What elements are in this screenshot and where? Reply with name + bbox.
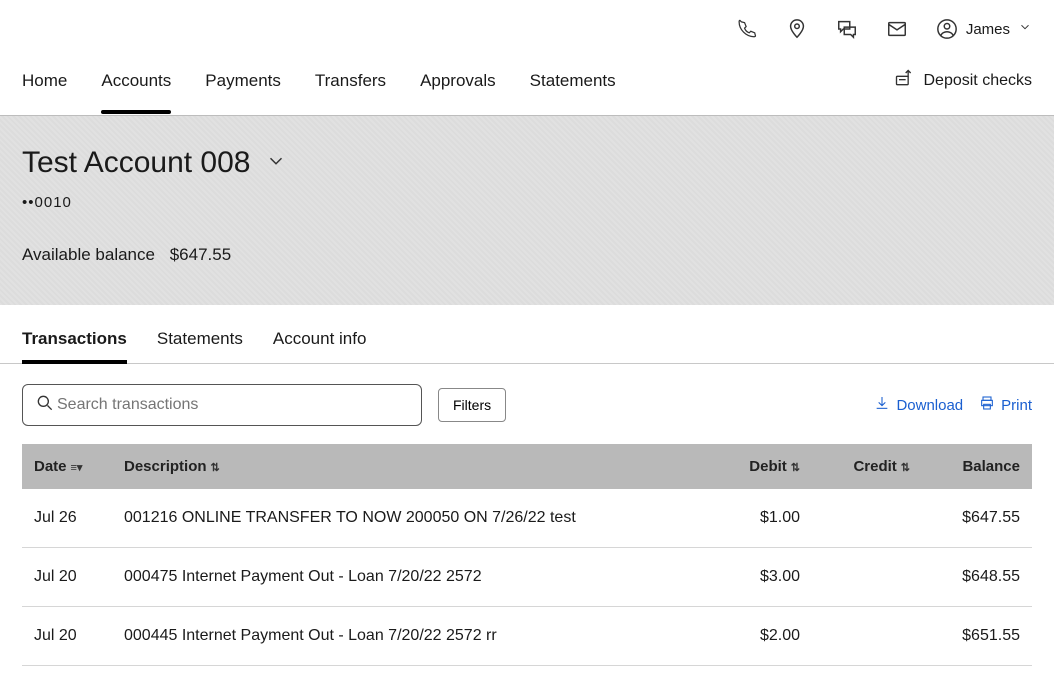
- nav-home[interactable]: Home: [22, 71, 67, 113]
- account-mask: ••0010: [22, 194, 1032, 211]
- cell-credit: [812, 489, 922, 548]
- deposit-icon: [894, 68, 914, 93]
- sort-icon: ⇅: [791, 462, 800, 474]
- cell-credit: [812, 607, 922, 666]
- nav-payments[interactable]: Payments: [205, 71, 281, 113]
- cell-balance: $648.55: [922, 548, 1032, 607]
- cell-date: Jul 26: [22, 489, 112, 548]
- transactions-table: Date≡▾ Description⇅ Debit⇅ Credit⇅ Balan…: [22, 444, 1032, 666]
- sort-icon: ⇅: [901, 462, 910, 474]
- cell-debit: $2.00: [702, 607, 812, 666]
- cell-date: Jul 20: [22, 607, 112, 666]
- sort-icon: ⇅: [211, 462, 220, 474]
- cell-description: 000475 Internet Payment Out - Loan 7/20/…: [112, 548, 702, 607]
- table-row[interactable]: Jul 26001216 ONLINE TRANSFER TO NOW 2000…: [22, 489, 1032, 548]
- avatar-icon: [936, 18, 958, 40]
- table-row[interactable]: Jul 20000445 Internet Payment Out - Loan…: [22, 607, 1032, 666]
- print-icon: [979, 395, 995, 415]
- deposit-checks-link[interactable]: Deposit checks: [894, 68, 1033, 115]
- user-menu[interactable]: James: [936, 18, 1032, 40]
- nav-transfers[interactable]: Transfers: [315, 71, 386, 113]
- cell-debit: $1.00: [702, 489, 812, 548]
- col-balance[interactable]: Balance: [922, 444, 1032, 489]
- download-label: Download: [896, 397, 963, 414]
- nav-accounts[interactable]: Accounts: [101, 71, 171, 113]
- table-row[interactable]: Jul 20000475 Internet Payment Out - Loan…: [22, 548, 1032, 607]
- nav-approvals[interactable]: Approvals: [420, 71, 496, 113]
- main-nav: Home Accounts Payments Transfers Approva…: [0, 40, 1054, 116]
- chevron-down-icon: [1018, 20, 1032, 38]
- download-link[interactable]: Download: [874, 395, 963, 415]
- tab-statements[interactable]: Statements: [157, 329, 243, 363]
- col-description[interactable]: Description⇅: [112, 444, 702, 489]
- cell-debit: $3.00: [702, 548, 812, 607]
- account-title: Test Account 008: [22, 146, 251, 180]
- cell-balance: $651.55: [922, 607, 1032, 666]
- col-date[interactable]: Date≡▾: [22, 444, 112, 489]
- cell-description: 000445 Internet Payment Out - Loan 7/20/…: [112, 607, 702, 666]
- balance-value: $647.55: [170, 245, 231, 264]
- phone-icon[interactable]: [736, 18, 758, 40]
- filters-button[interactable]: Filters: [438, 388, 506, 422]
- cell-balance: $647.55: [922, 489, 1032, 548]
- nav-statements[interactable]: Statements: [530, 71, 616, 113]
- tab-transactions[interactable]: Transactions: [22, 329, 127, 363]
- chat-icon[interactable]: [836, 18, 858, 40]
- cell-date: Jul 20: [22, 548, 112, 607]
- print-label: Print: [1001, 397, 1032, 414]
- cell-description: 001216 ONLINE TRANSFER TO NOW 200050 ON …: [112, 489, 702, 548]
- user-name: James: [966, 21, 1010, 38]
- col-credit[interactable]: Credit⇅: [812, 444, 922, 489]
- balance-label: Available balance: [22, 245, 155, 264]
- download-icon: [874, 395, 890, 415]
- utility-bar: James: [0, 0, 1054, 40]
- cell-credit: [812, 548, 922, 607]
- account-switcher-chevron-icon[interactable]: [265, 150, 287, 177]
- col-debit[interactable]: Debit⇅: [702, 444, 812, 489]
- account-header: Test Account 008 ••0010 Available balanc…: [0, 116, 1054, 305]
- account-tabs: Transactions Statements Account info: [0, 305, 1054, 364]
- sort-icon: ≡▾: [71, 462, 83, 474]
- print-link[interactable]: Print: [979, 395, 1032, 415]
- transactions-toolbar: Filters Download Print: [0, 364, 1054, 426]
- location-icon[interactable]: [786, 18, 808, 40]
- search-icon: [35, 393, 55, 418]
- deposit-label: Deposit checks: [924, 72, 1033, 90]
- tab-account-info[interactable]: Account info: [273, 329, 367, 363]
- search-input-wrap[interactable]: [22, 384, 422, 426]
- mail-icon[interactable]: [886, 18, 908, 40]
- search-input[interactable]: [55, 395, 409, 415]
